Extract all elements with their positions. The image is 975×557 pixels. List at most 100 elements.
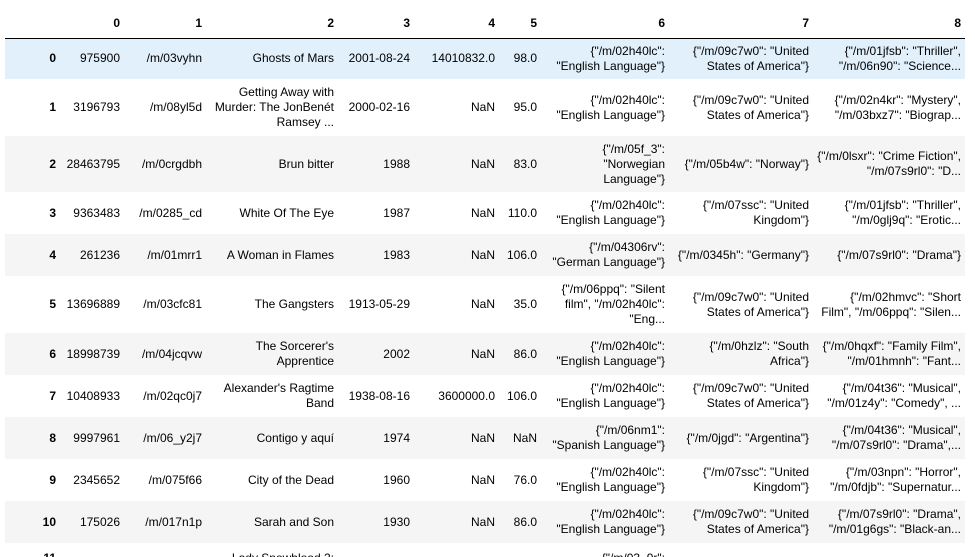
table-cell-col-6: {"/m/02h40lc": "English Language"} bbox=[556, 198, 665, 227]
table-cell-col-2: Lady Snowblood 2: bbox=[206, 543, 338, 557]
table-cell-col-0: 175026 bbox=[79, 514, 120, 529]
table-cell-col-6: {"/m/03_9r": bbox=[541, 543, 669, 557]
table-cell-col-4: NaN bbox=[470, 514, 495, 529]
table-cell-col-1: /m/03vyhn bbox=[146, 51, 202, 66]
row-index: 3 bbox=[49, 205, 56, 220]
table-cell-col-8: {"/m/07s9rl0": "Drama", "/m/01g6gs": "Bl… bbox=[828, 507, 961, 536]
row-index: 1 bbox=[49, 100, 56, 114]
dataframe-output: 012345678 0 975900/m/03vyhn Ghosts of Mars… bbox=[5, 10, 965, 557]
table-cell-col-4: 14010832.0 bbox=[431, 51, 495, 66]
row-index: 4 bbox=[49, 247, 56, 262]
table-cell-col-2: The Gangsters bbox=[254, 297, 334, 311]
table-row[interactable]: 1 3196793/m/08yl5d Getting Away with Murde… bbox=[5, 79, 965, 136]
table-cell-col-5: 106.0 bbox=[506, 388, 537, 403]
table-cell-col-1: /m/04jcqvw bbox=[141, 346, 202, 361]
table-cell-col-6: {"/m/02h40lc": "English Language"} bbox=[556, 381, 665, 410]
table-cell-col-5: NaN bbox=[512, 430, 537, 445]
column-header-5: 5 bbox=[499, 10, 541, 39]
table-cell-col-7: {"/m/0345h": "Germany"} bbox=[677, 247, 809, 262]
row-index: 7 bbox=[49, 388, 56, 403]
index-column-header bbox=[5, 10, 60, 39]
table-cell-col-6: {"/m/02h40lc": "English Language"} bbox=[556, 339, 665, 368]
table-cell-col-1: /m/017n1p bbox=[145, 514, 202, 529]
table-cell-col-2: Ghosts of Mars bbox=[252, 51, 334, 66]
table-cell-col-0 bbox=[60, 543, 124, 557]
row-index: 9 bbox=[49, 472, 56, 487]
column-header-3: 3 bbox=[338, 10, 414, 39]
table-cell-col-0: 975900 bbox=[79, 51, 120, 66]
table-cell-col-6: {"/m/06nm1": "Spanish Language"} bbox=[552, 423, 665, 452]
table-row[interactable]: 11 Lady Snowblood 2: {"/m/03_9r": bbox=[5, 543, 965, 557]
table-cell-col-7: {"/m/09c7w0": "United States of America"… bbox=[692, 507, 809, 536]
table-cell-col-7 bbox=[669, 543, 813, 557]
table-cell-col-3: 1960 bbox=[383, 472, 410, 487]
table-cell-col-7: {"/m/09c7w0": "United States of America"… bbox=[692, 92, 809, 122]
table-cell-col-5: 95.0 bbox=[513, 100, 537, 114]
table-cell-col-8: {"/m/02n4kr": "Mystery", "/m/03bxz7": "B… bbox=[834, 92, 961, 122]
table-cell-col-5: 86.0 bbox=[513, 346, 537, 361]
table-cell-col-3: 2001-08-24 bbox=[348, 51, 410, 66]
table-cell-col-8: {"/m/0hqxf": "Family Film", "/m/01hmnh":… bbox=[822, 339, 961, 368]
table-row[interactable]: 4 261236/m/01mrr1 A Woman in Flames 1983 NaN… bbox=[5, 234, 965, 276]
table-row[interactable]: 0 975900/m/03vyhn Ghosts of Mars 2001-08-24… bbox=[5, 38, 965, 79]
row-index: 5 bbox=[49, 297, 56, 311]
table-row[interactable]: 9 2345652/m/075f66 City of the Dead 1960 NaN… bbox=[5, 459, 965, 501]
table-cell-col-3: 1913-05-29 bbox=[348, 297, 410, 311]
table-cell-col-4: 3600000.0 bbox=[438, 388, 495, 403]
table-cell-col-7: {"/m/07ssc": "United Kingdom"} bbox=[702, 465, 809, 494]
table-cell-col-3: 2000-02-16 bbox=[348, 100, 410, 114]
table-row[interactable]: 3 9363483/m/0285_cd White Of The Eye 1987 Na… bbox=[5, 192, 965, 234]
table-cell-col-8: {"/m/07s9rl0": "Drama"} bbox=[837, 247, 961, 262]
column-header-2: 2 bbox=[206, 10, 338, 39]
table-cell-col-4: NaN bbox=[470, 472, 495, 487]
table-cell-col-1: /m/03cfc81 bbox=[143, 297, 202, 311]
table-cell-col-6: {"/m/02h40lc": "English Language"} bbox=[556, 465, 665, 494]
table-cell-col-2: Alexander's Ragtime Band bbox=[223, 381, 334, 410]
table-cell-col-0: 9363483 bbox=[73, 205, 120, 220]
table-row[interactable]: 5 13696889/m/03cfc81 The Gangsters 1913-05-… bbox=[5, 276, 965, 333]
table-cell-col-0: 261236 bbox=[79, 247, 120, 262]
table-cell-col-7: {"/m/0jgd": "Argentina"} bbox=[686, 430, 809, 445]
table-cell-col-0: 3196793 bbox=[73, 100, 120, 114]
table-cell-col-5: 76.0 bbox=[513, 472, 537, 487]
row-index: 11 bbox=[5, 543, 60, 557]
column-header-1: 1 bbox=[124, 10, 206, 39]
table-cell-col-0: 10408933 bbox=[66, 388, 120, 403]
table-cell-col-6: {"/m/05f_3": "Norwegian Language"} bbox=[602, 141, 665, 186]
column-header-6: 6 bbox=[541, 10, 669, 39]
table-row[interactable]: 10 175026/m/017n1p Sarah and Son 1930 NaN 86.… bbox=[5, 501, 965, 543]
table-cell-col-8 bbox=[813, 543, 965, 557]
table-cell-col-1: /m/0crgdbh bbox=[141, 156, 202, 171]
table-cell-col-4: NaN bbox=[470, 297, 495, 311]
table-cell-col-0: 9997961 bbox=[73, 430, 120, 445]
table-row[interactable]: 2 28463795/m/0crgdbh Brun bitter 1988 NaN 83.… bbox=[5, 136, 965, 192]
table-cell-col-7: {"/m/0hzlz": "South Africa"} bbox=[709, 339, 810, 368]
column-header-0: 0 bbox=[60, 10, 124, 39]
table-row[interactable]: 7 10408933/m/02qc0j7 Alexander's Ragtime B… bbox=[5, 375, 965, 417]
table-cell-col-7: {"/m/09c7w0": "United States of America"… bbox=[692, 381, 809, 410]
table-cell-col-4: NaN bbox=[470, 346, 495, 361]
table-cell-col-5: 98.0 bbox=[513, 51, 537, 66]
table-cell-col-8: {"/m/0lsxr": "Crime Fiction", "/m/07s9rl… bbox=[817, 149, 961, 178]
table-row[interactable]: 8 9997961/m/06_y2j7 Contigo y aquí 1974 NaN N… bbox=[5, 417, 965, 459]
table-cell-col-0: 18998739 bbox=[66, 346, 120, 361]
table-cell-col-3: 1930 bbox=[383, 514, 410, 529]
table-cell-col-3 bbox=[338, 543, 414, 557]
table-cell-col-7: {"/m/05b4w": "Norway"} bbox=[684, 156, 809, 171]
table-cell-col-4: NaN bbox=[470, 156, 495, 171]
table-cell-col-6: {"/m/06ppq": "Silent film", "/m/02h40lc"… bbox=[561, 282, 665, 326]
table-row[interactable]: 6 18998739/m/04jcqvw The Sorcerer's Appren… bbox=[5, 333, 965, 375]
table-cell-col-7: {"/m/09c7w0": "United States of America"… bbox=[692, 289, 809, 319]
row-index: 6 bbox=[49, 346, 56, 361]
table-cell-col-3: 1983 bbox=[383, 247, 410, 262]
table-cell-col-7: {"/m/09c7w0": "United States of America"… bbox=[692, 43, 809, 73]
table-cell-col-6: {"/m/02h40lc": "English Language"} bbox=[556, 507, 665, 536]
header-row: 012345678 bbox=[5, 10, 965, 39]
table-cell-col-2: Brun bitter bbox=[278, 156, 334, 171]
table-cell-col-5: 86.0 bbox=[513, 514, 537, 529]
table-cell-col-3: 1938-08-16 bbox=[348, 388, 410, 403]
table-cell-col-5: 35.0 bbox=[513, 297, 537, 311]
table-cell-col-8: {"/m/02hmvc": "Short Film", "/m/06ppq": … bbox=[821, 289, 961, 319]
table-cell-col-6: {"/m/04306rv": "German Language"} bbox=[552, 240, 665, 269]
table-cell-col-5: 106.0 bbox=[506, 247, 537, 262]
